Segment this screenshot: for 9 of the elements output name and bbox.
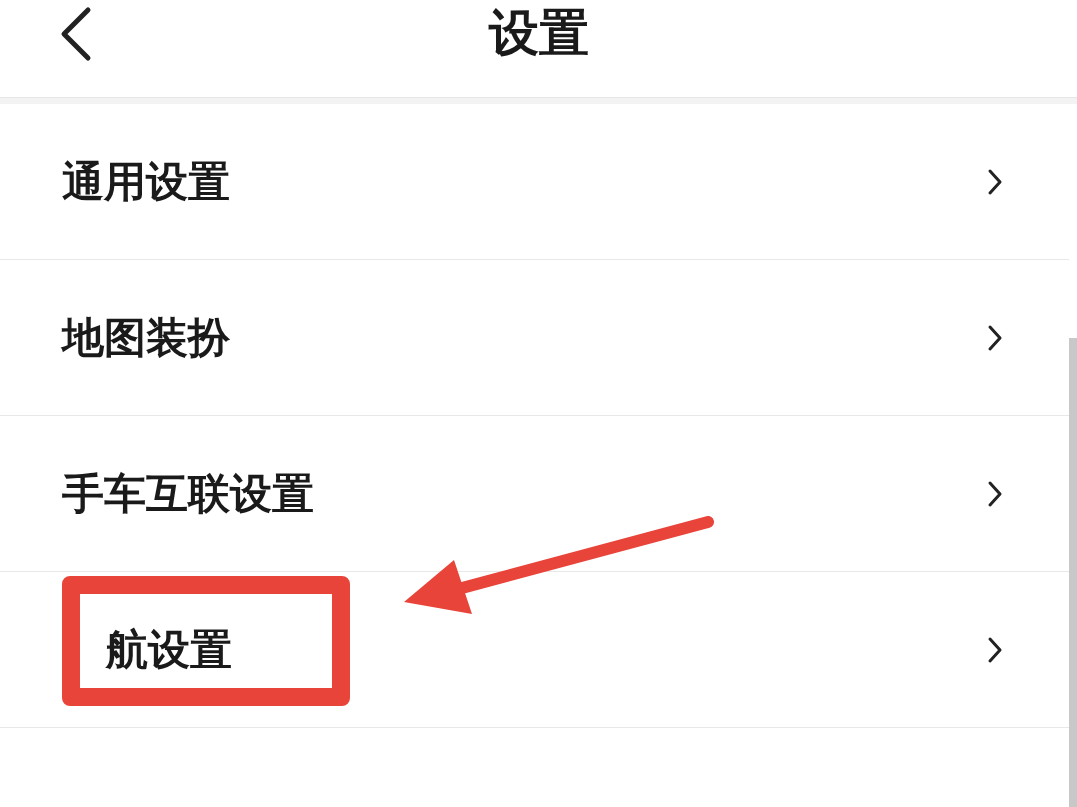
- chevron-icon: [987, 479, 1003, 508]
- chevron-icon: [987, 167, 1003, 196]
- item-label[interactable]: 航设置: [62, 621, 232, 678]
- chevron-icon: [987, 323, 1003, 352]
- item-label[interactable]: 通用设置: [62, 153, 230, 210]
- item-label[interactable]: 手车互联设置: [62, 465, 314, 522]
- item-label[interactable]: 地图装扮: [62, 309, 230, 366]
- chevron-icon: [987, 635, 1003, 664]
- page-title: 设置: [488, 3, 589, 64]
